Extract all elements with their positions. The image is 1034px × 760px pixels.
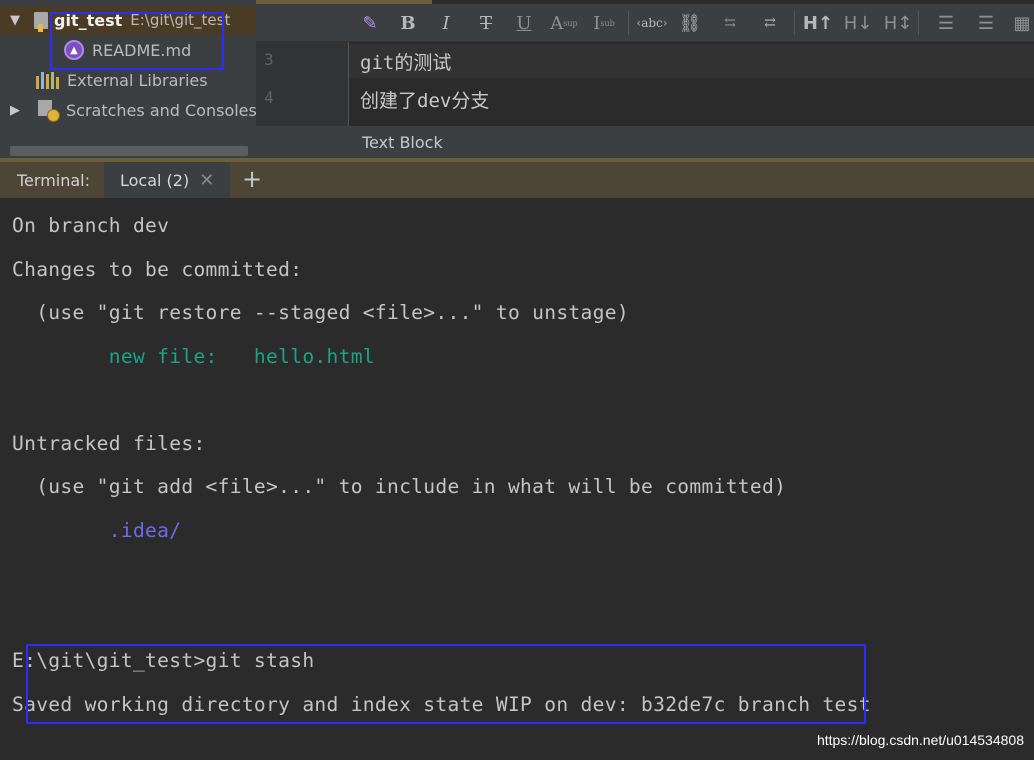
- terminal-line-command: E:\git\git_test>git stash: [12, 649, 315, 672]
- subscript-icon[interactable]: Isub: [590, 9, 618, 37]
- editor-line[interactable]: git的测试: [360, 48, 451, 75]
- italic-icon[interactable]: I: [432, 9, 460, 37]
- header-up-icon[interactable]: H↑: [803, 9, 833, 37]
- terminal-line: (use "git restore --staged <file>..." to…: [12, 301, 629, 324]
- markdown-toolbar: ✎ B I T U Asup Isub ‹abc› ⛓ ⇆ ⇄ H↑ H↓ H↕…: [256, 4, 1034, 42]
- terminal-tab-bar: Terminal: Local (2) ✕ +: [0, 158, 1034, 198]
- bold-icon[interactable]: B: [394, 9, 422, 37]
- tree-item-external-libraries[interactable]: External Libraries: [36, 66, 208, 94]
- terminal-line-result: Saved working directory and index state …: [12, 693, 871, 716]
- header-down-icon[interactable]: H↓: [844, 9, 873, 37]
- readme-label: README.md: [92, 40, 192, 60]
- line-number: 4: [264, 88, 274, 107]
- toolbar-separator: [628, 11, 629, 35]
- terminal-output[interactable]: On branch dev Changes to be committed: (…: [0, 198, 1034, 760]
- external-libraries-label: External Libraries: [67, 70, 208, 90]
- tab-local-2[interactable]: Local (2) ✕: [104, 162, 230, 198]
- project-tree: ▼ git_test E:\git\git_test ▲ README.md E…: [0, 0, 257, 158]
- terminal-line: On branch dev: [12, 214, 170, 237]
- editor-breadcrumb-bar: Text Block: [256, 126, 1034, 158]
- link-icon[interactable]: ⛓: [676, 9, 704, 37]
- toolbar-separator: [794, 11, 795, 35]
- line-number-gutter: 3 4: [256, 42, 348, 126]
- editor-line[interactable]: 创建了dev分支: [360, 86, 489, 113]
- tab-label: Local (2): [120, 170, 190, 190]
- tree-item-scratches[interactable]: ▶ Scratches and Consoles: [8, 96, 257, 124]
- unlink-icon[interactable]: ⇆: [716, 9, 744, 37]
- project-name: git_test: [54, 10, 123, 30]
- folder-icon: [34, 11, 48, 32]
- project-path: E:\git\git_test: [130, 11, 231, 29]
- scratches-icon: [38, 100, 60, 122]
- markdown-file-icon: ▲: [64, 40, 84, 60]
- code-icon[interactable]: ‹abc›: [636, 9, 667, 37]
- breadcrumb-text-block[interactable]: Text Block: [362, 133, 443, 152]
- list-outdent-icon[interactable]: ☰: [972, 9, 1000, 37]
- scratches-label: Scratches and Consoles: [66, 100, 257, 120]
- current-line-highlight: [349, 44, 1034, 78]
- list-indent-icon[interactable]: ☰: [932, 9, 960, 37]
- edit-pencil-icon[interactable]: ✎: [356, 9, 384, 37]
- superscript-icon[interactable]: Asup: [550, 9, 578, 37]
- auto-link-icon[interactable]: ⇄: [756, 9, 784, 37]
- tree-item-project[interactable]: ▼ git_test E:\git\git_test: [8, 6, 230, 34]
- markdown-editor: ✎ B I T U Asup Isub ‹abc› ⛓ ⇆ ⇄ H↑ H↓ H↕…: [256, 0, 1034, 158]
- library-icon: [36, 71, 59, 89]
- terminal-line-untracked: .idea/: [12, 519, 182, 542]
- add-tab-icon[interactable]: +: [242, 165, 262, 193]
- close-icon[interactable]: ✕: [199, 170, 214, 191]
- ide-top-area: ▼ git_test E:\git\git_test ▲ README.md E…: [0, 0, 1034, 158]
- terminal-line-new-file: new file: hello.html: [12, 345, 375, 368]
- strikethrough-icon[interactable]: T: [472, 9, 500, 37]
- tree-horizontal-scrollbar[interactable]: [10, 146, 248, 156]
- terminal-line: Untracked files:: [12, 432, 206, 455]
- line-number: 3: [264, 50, 274, 69]
- terminal-line: (use "git add <file>..." to include in w…: [12, 475, 787, 498]
- watermark: https://blog.csdn.net/u014534808: [816, 732, 1024, 748]
- toolbar-separator: [918, 11, 919, 35]
- expand-arrow-icon[interactable]: ▼: [8, 13, 22, 28]
- terminal-line: Changes to be committed:: [12, 258, 303, 281]
- underline-icon[interactable]: U: [510, 9, 538, 37]
- table-icon[interactable]: ▦: [1008, 9, 1034, 37]
- collapse-arrow-icon[interactable]: ▶: [8, 103, 22, 118]
- header-toggle-icon[interactable]: H↕: [884, 9, 913, 37]
- tree-item-readme[interactable]: ▲ README.md: [64, 36, 191, 64]
- terminal-label: Terminal:: [17, 171, 91, 190]
